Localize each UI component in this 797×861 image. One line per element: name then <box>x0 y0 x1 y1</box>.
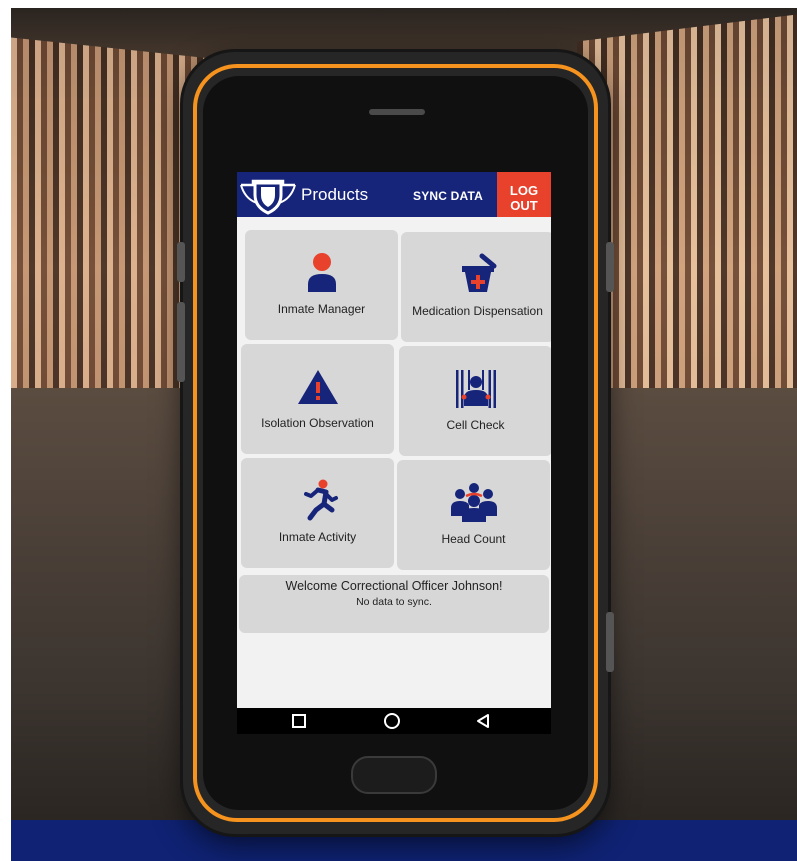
tile-label: Isolation Observation <box>261 416 374 430</box>
tile-label: Medication Dispensation <box>412 304 543 318</box>
shield-logo-icon <box>239 177 297 220</box>
cell-check-icon <box>452 366 500 415</box>
welcome-message: Welcome Correctional Officer Johnson! <box>285 579 503 593</box>
runner-icon <box>296 478 340 527</box>
android-nav-bar <box>237 708 551 734</box>
logout-label-line1: LOG <box>509 183 539 198</box>
tile-head-count[interactable]: Head Count <box>397 460 550 570</box>
app-title: Products <box>301 185 369 204</box>
warning-icon <box>296 364 340 413</box>
welcome-panel: Welcome Correctional Officer Johnson! No… <box>239 575 549 633</box>
cell-bars-right <box>577 14 797 422</box>
app-header: Products SYNC DATA LOG OUT <box>237 172 551 217</box>
tile-inmate-activity[interactable]: Inmate Activity <box>241 458 394 568</box>
tile-label: Head Count <box>441 532 506 546</box>
square-icon[interactable] <box>291 713 307 734</box>
side-button-left-2 <box>177 302 185 382</box>
tile-label: Cell Check <box>446 418 505 432</box>
tile-cell-check[interactable]: Cell Check <box>399 346 551 456</box>
circle-icon[interactable] <box>383 713 401 734</box>
back-triangle-icon[interactable] <box>475 713 491 734</box>
tile-isolation-observation[interactable]: Isolation Observation <box>241 344 394 454</box>
head-count-icon <box>449 480 499 529</box>
speaker-grille <box>369 109 425 115</box>
side-button-right-1 <box>606 242 614 292</box>
sync-status: No data to sync. <box>356 596 432 608</box>
medication-icon <box>456 252 500 301</box>
tile-inmate-manager[interactable]: Inmate Manager <box>245 230 398 340</box>
tile-label: Inmate Activity <box>278 530 357 544</box>
tile-label: Inmate Manager <box>277 302 366 316</box>
logout-label-line2: OUT <box>510 198 538 213</box>
inmate-manager-icon <box>302 250 342 299</box>
side-button-left-1 <box>177 242 185 282</box>
tile-medication-dispensation[interactable]: Medication Dispensation <box>401 232 551 342</box>
app-screen: Products SYNC DATA LOG OUT Inmate Manage… <box>237 172 551 734</box>
hardware-home-button <box>351 756 437 794</box>
logout-button[interactable]: LOG OUT <box>497 172 551 217</box>
side-button-right-2 <box>606 612 614 672</box>
sync-data-button[interactable]: SYNC DATA <box>413 189 483 203</box>
